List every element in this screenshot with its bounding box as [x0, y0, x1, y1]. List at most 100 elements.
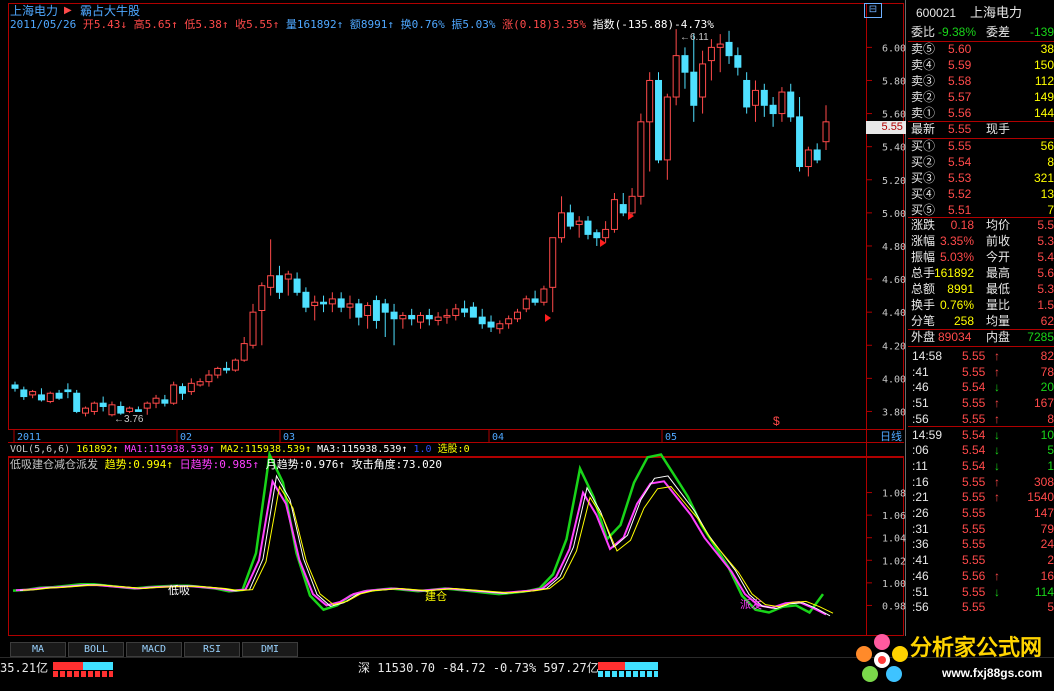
candle-body [275, 275, 283, 293]
candle-body [355, 303, 363, 318]
candle-body [126, 407, 134, 412]
low-annotation: ←3.76 [114, 414, 144, 425]
candle-body [540, 288, 548, 303]
attack-angle-value: 攻击角度:73.020 [351, 458, 442, 471]
x-tick-label: 2011 [17, 432, 41, 443]
candle-body [302, 291, 310, 308]
ind-y-label: 1.00 [882, 579, 906, 590]
quote-item-2: 低5.38↑ [177, 18, 229, 31]
candle-body [240, 343, 248, 361]
quote-item-6: 换0.76% [393, 18, 445, 31]
sell-row: 卖③ 5.58 112 [911, 74, 1054, 88]
quote-item-1: 高5.65↑ [126, 18, 178, 31]
candle-body [73, 392, 81, 412]
kline-frame [8, 3, 904, 430]
candle-body [522, 298, 530, 310]
panel-separator [908, 346, 1054, 347]
candle-body [64, 389, 72, 393]
candle-body [20, 389, 28, 398]
y-tick-label: 4.60 [882, 275, 906, 286]
candle-body [443, 314, 451, 318]
tick-row: :11 5.54 ↓ 1 [912, 458, 1054, 473]
candle-body [434, 316, 442, 321]
candle-body [390, 311, 398, 320]
tab-rsi[interactable]: RSI [184, 642, 240, 657]
candle-body [37, 394, 45, 401]
candle-body [267, 275, 275, 288]
ind-y-label: 0.98 [882, 601, 906, 612]
stat-row: 振幅 5.03% 今开 5.4 [911, 250, 1054, 264]
candle-body [408, 314, 416, 320]
tab-macd[interactable]: MACD [126, 642, 182, 657]
buy-row: 买④ 5.52 13 [911, 187, 1054, 201]
high-annotation: ←6.11 [680, 32, 709, 43]
day-trend-value: 日趋势:0.985↑ [179, 458, 259, 471]
candle-body [663, 96, 671, 161]
candle-body [178, 386, 186, 394]
candle-body [469, 306, 477, 318]
candle-body [487, 321, 495, 328]
indicator-name[interactable]: 霸占大牛股 [80, 4, 140, 18]
buy-row: 买⑤ 5.51 7 [911, 203, 1054, 217]
candle-body [99, 402, 107, 407]
tick-row: :46 5.54 ↓ 20 [912, 380, 1054, 395]
candle-body [734, 55, 742, 68]
indicator-title[interactable]: 低吸建仓减仓派发 [10, 458, 98, 471]
candle-body [496, 323, 504, 330]
tick-row: :56 5.55 ↑ 8 [912, 411, 1054, 426]
quote-item-9: 指数(-135.88)-4.73% [585, 18, 714, 31]
volume-value: 161892↑ [76, 444, 119, 455]
signal-marker [600, 239, 606, 247]
panel-title: 600021 上海电力 [908, 5, 1054, 21]
candle-body [778, 91, 786, 115]
tick-row: :06 5.54 ↓ 5 [912, 443, 1054, 458]
tab-boll[interactable]: BOLL [68, 642, 124, 657]
candle-body [558, 212, 566, 239]
candle-body [461, 308, 469, 313]
tick-row: :41 5.55 2 [912, 553, 1054, 568]
candle-body [584, 220, 592, 235]
candle-body [751, 89, 759, 106]
candle-body [716, 43, 724, 48]
candle-body [425, 314, 433, 320]
inout-row: 外盘 89034 内盘 7285 [911, 330, 1054, 344]
tick-row: 14:59 5.54 ↓ 10 [912, 427, 1054, 442]
y-tick-label: 4.20 [882, 341, 906, 352]
stat-row: 换手 0.76% 量比 1.5 [911, 298, 1054, 312]
triangle-right-icon[interactable]: ▶ [64, 4, 72, 18]
label-paifa: 派发 [740, 599, 762, 611]
sell-row: 卖① 5.56 144 [911, 106, 1054, 120]
candle-body [637, 121, 645, 197]
candle-body [346, 303, 354, 308]
candle-body [134, 409, 142, 412]
status-left-value: 35.21亿 [0, 661, 49, 675]
period-label[interactable]: 日线 [880, 430, 902, 444]
candle-body [566, 212, 574, 227]
tab-ma[interactable]: MA [10, 642, 66, 657]
candle-body [690, 71, 698, 106]
candle-body [672, 55, 680, 98]
tab-dmi[interactable]: DMI [242, 642, 298, 657]
tick-row: :41 5.55 ↑ 78 [912, 364, 1054, 379]
grid-layout-icon[interactable]: ⊟ [864, 3, 882, 18]
candle-body [743, 79, 751, 108]
volume-ma2: MA2:115938.539↑ [220, 444, 312, 455]
main-chart[interactable]: 6.00 5.80 5.60 5.40 5.20 5.00 4.80 4.60 4.40 4.20… [0, 0, 1054, 688]
candle-body [619, 204, 627, 214]
buy-row: 买① 5.55 56 [911, 139, 1054, 153]
flower-logo-icon [856, 634, 908, 682]
candle-body [187, 382, 195, 393]
candle-body [320, 301, 328, 305]
stock-code: 600021 [916, 6, 957, 20]
quote-item-5: 额8991↑ [343, 18, 394, 31]
ind-y-label: 1.06 [882, 511, 906, 522]
sell-row: 卖② 5.57 149 [911, 90, 1054, 104]
candle-body [328, 298, 336, 305]
candle-body [813, 149, 821, 161]
candle-body [11, 384, 19, 389]
volume-ma1: MA1:115938.539↑ [124, 444, 215, 455]
candle-body [769, 104, 777, 115]
candle-body [796, 116, 804, 168]
x-tick-label: 02 [180, 432, 192, 443]
status-bar-meter-left2 [53, 671, 113, 677]
